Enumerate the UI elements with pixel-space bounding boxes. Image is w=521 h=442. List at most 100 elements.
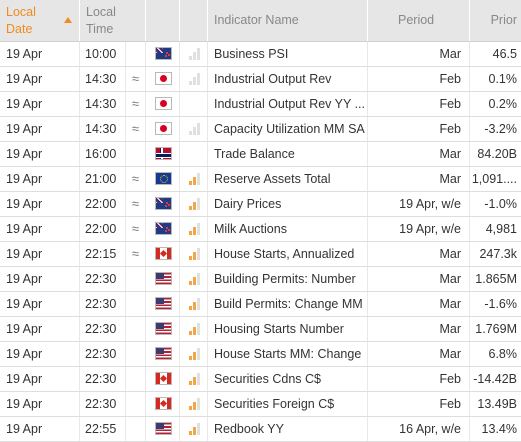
cell-indicator-name[interactable]: Building Permits: Number [208,267,368,291]
header-indicator-name[interactable]: Indicator Name [208,0,368,41]
header-local-time-label: Local Time [86,4,116,36]
cell-prior: 6.8% [488,347,518,361]
table-row[interactable]: 19 Apr 10:00 Business PSI Mar 46.5 [0,42,521,67]
table-row[interactable]: 19 Apr 22:30 House Starts MM: Change Mar 6.8… [0,342,521,367]
cell-indicator-name[interactable]: Capacity Utilization MM SA [208,117,368,141]
cell-period: Mar [368,342,470,366]
cell-date: 19 Apr [0,67,80,91]
revision-icon: ≈ [126,192,146,216]
cell-indicator-name[interactable]: Securities Cdns C$ [208,367,368,391]
cell-period: Feb [368,392,470,416]
cell-indicator-name[interactable]: House Starts MM: Change [208,342,368,366]
cell-flag [146,92,180,116]
importance-bars-icon [189,198,201,210]
table-row[interactable]: 19 Apr 22:00 ≈ Milk Auctions 19 Apr, w/e 4,98… [0,217,521,242]
table-row[interactable]: 19 Apr 22:15 ≈ House Starts, Annualized Mar 2… [0,242,521,267]
cell-date: 19 Apr [0,392,80,416]
cell-indicator-name[interactable]: Industrial Output Rev YY ... [208,92,368,116]
us-flag-icon [155,422,172,435]
cell-prior: -1.6% [484,297,517,311]
cell-indicator-name[interactable]: Reserve Assets Total [208,167,368,191]
revision-icon: ≈ [126,117,146,141]
table-row[interactable]: 19 Apr 22:30 Securities Cdns C$ Feb -14.42B [0,367,521,392]
table-row[interactable]: 19 Apr 14:30 ≈ Industrial Output Rev YY ...… [0,92,521,117]
revision-icon [126,367,146,391]
cell-date: 19 Apr [0,42,80,66]
cell-indicator-name[interactable]: Build Permits: Change MM [208,292,368,316]
cell-importance [180,67,208,91]
table-row[interactable]: 19 Apr 16:00 Trade Balance Mar 84.20B [0,142,521,167]
table-row[interactable]: 19 Apr 14:30 ≈ Capacity Utilization MM SA Fe… [0,117,521,142]
nz-flag-icon [155,47,172,60]
cell-indicator-name[interactable]: Securities Foreign C$ [208,392,368,416]
header-local-time[interactable]: Local Time [80,0,146,41]
cell-date: 19 Apr [0,342,80,366]
cell-time: 14:30 [80,92,126,116]
cell-time: 22:30 [80,367,126,391]
table-row[interactable]: 19 Apr 14:30 ≈ Industrial Output Rev Feb 0.1% [0,67,521,92]
cell-time: 21:00 [80,167,126,191]
ca-flag-icon [155,372,172,385]
cell-prior: -1.0% [484,197,517,211]
header-local-date-label: Local Date [6,4,36,36]
cell-date: 19 Apr [0,317,80,341]
importance-bars-icon [189,373,201,385]
header-flag-column [146,0,180,41]
cell-period: Mar [368,292,470,316]
cell-flag [146,117,180,141]
cell-prior: 13.49B [477,397,517,411]
us-flag-icon [155,272,172,285]
importance-bars-icon [189,273,201,285]
cell-importance [180,317,208,341]
cell-importance [180,92,208,116]
table-row[interactable]: 19 Apr 22:30 Housing Starts Number Mar 1.769… [0,317,521,342]
cell-indicator-name[interactable]: Business PSI [208,42,368,66]
cell-period: Mar [368,317,470,341]
header-indicator-name-label: Indicator Name [214,13,299,27]
table-row[interactable]: 19 Apr 21:00 ≈ Reserve Assets Total Mar 1,091… [0,167,521,192]
table-header: Local Date Local Time Indicator Name Perio… [0,0,521,42]
cell-flag [146,417,180,441]
cell-indicator-name[interactable]: Milk Auctions [208,217,368,241]
nz-flag-icon [155,222,172,235]
cell-date: 19 Apr [0,267,80,291]
table-row[interactable]: 19 Apr 22:55 Redbook YY 16 Apr, w/e 13.4% [0,417,521,442]
cell-importance [180,117,208,141]
cell-indicator-name[interactable]: Housing Starts Number [208,317,368,341]
table-row[interactable]: 19 Apr 22:30 Securities Foreign C$ Feb 13.49… [0,392,521,417]
ca-flag-icon [155,247,172,260]
revision-icon: ≈ [126,92,146,116]
header-local-date[interactable]: Local Date [0,0,80,41]
header-prior[interactable]: Prior [470,0,521,41]
cell-prior: 4,981 [485,222,517,236]
cell-prior: 1.865M [475,272,517,286]
cell-time: 22:30 [80,317,126,341]
cell-prior: 0.2% [488,97,518,111]
cell-indicator-name[interactable]: Redbook YY [208,417,368,441]
cell-period: Feb [368,367,470,391]
cell-time: 16:00 [80,142,126,166]
cell-time: 22:00 [80,192,126,216]
economic-calendar: Local Date Local Time Indicator Name Perio… [0,0,521,442]
table-row[interactable]: 19 Apr 22:30 Building Permits: Number Mar 1.… [0,267,521,292]
cell-flag [146,42,180,66]
cell-prior: -14.42B [473,372,517,386]
table-row[interactable]: 19 Apr 22:00 ≈ Dairy Prices 19 Apr, w/e -1.0% [0,192,521,217]
us-flag-icon [155,322,172,335]
header-period[interactable]: Period [368,0,470,41]
revision-icon: ≈ [126,242,146,266]
cell-flag [146,167,180,191]
cell-time: 22:00 [80,217,126,241]
cell-prior: 0.1% [488,72,518,86]
cell-flag [146,392,180,416]
cell-prior: 1.769M [475,322,517,336]
cell-indicator-name[interactable]: House Starts, Annualized [208,242,368,266]
cell-indicator-name[interactable]: Dairy Prices [208,192,368,216]
cell-importance [180,142,208,166]
cell-indicator-name[interactable]: Industrial Output Rev [208,67,368,91]
cell-period: Mar [368,142,470,166]
cell-indicator-name[interactable]: Trade Balance [208,142,368,166]
table-row[interactable]: 19 Apr 22:30 Build Permits: Change MM Mar -1… [0,292,521,317]
importance-bars-icon [189,73,201,85]
jp-flag-icon [155,72,172,85]
